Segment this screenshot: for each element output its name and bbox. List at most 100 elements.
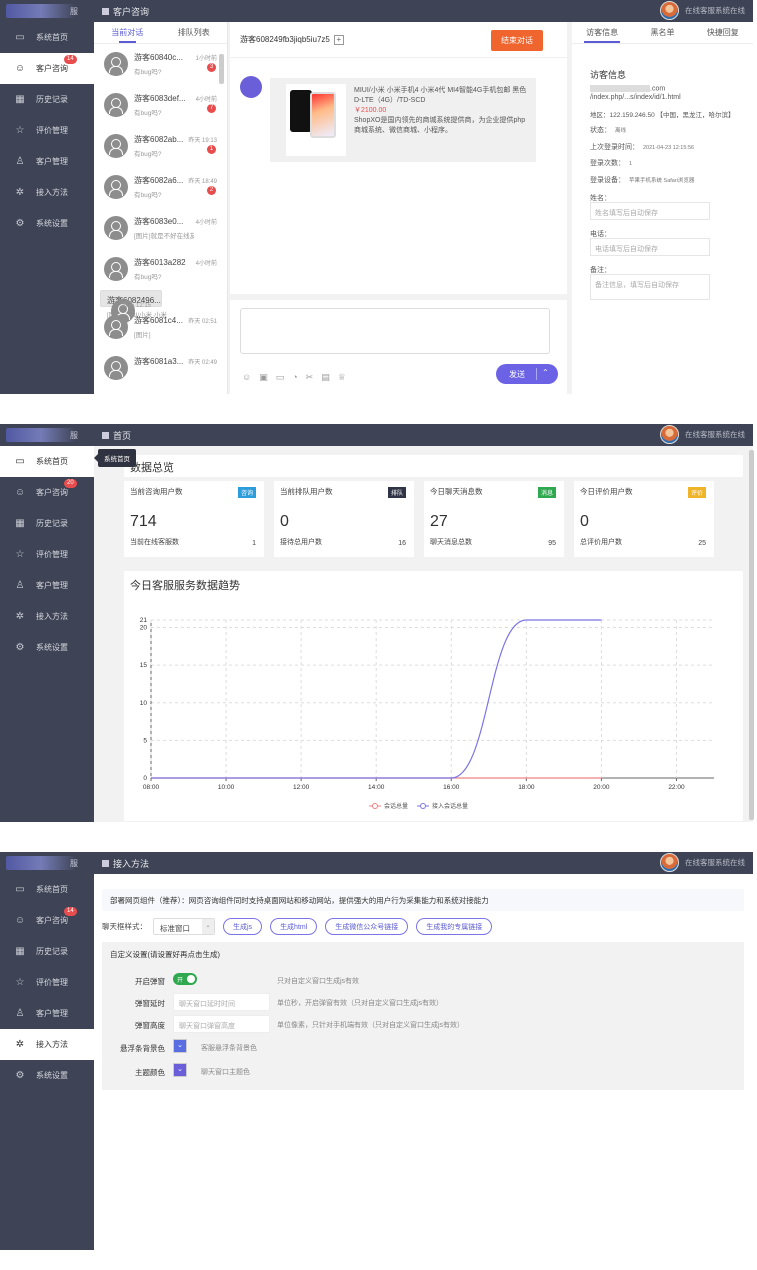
y-tick-label: 0 [143, 775, 147, 782]
user-menu[interactable]: 在线客服系统在线 [660, 425, 745, 444]
image-icon[interactable]: ▣ [259, 372, 268, 383]
sidebar-item-access[interactable]: ✲ 接入方法 [0, 177, 94, 208]
scissors-icon[interactable]: ✂ [306, 372, 314, 383]
top-bar: 客户咨询 在线客服系统在线 [94, 0, 753, 22]
logo: 服 [0, 0, 94, 22]
sidebar-item-home[interactable]: ▭ 系统首页 [0, 874, 94, 905]
user-status: 在线客服系统在线 [685, 430, 745, 439]
sidebar-item-history[interactable]: ▦ 历史记录 [0, 508, 94, 539]
sidebar-item-label: 系统设置 [36, 219, 68, 228]
sidebar-item-rating[interactable]: ☆ 评价管理 [0, 539, 94, 570]
stat-sub-label: 接待总用户数 [280, 539, 322, 546]
smile-icon[interactable]: ☺ [242, 372, 251, 383]
float-bg-color-picker[interactable]: ⌄ [173, 1039, 187, 1053]
chat-list-item[interactable]: 游客60840c... 1小时前 有bug吗? 3 [94, 44, 227, 85]
sidebar-item-settings[interactable]: ⚙ 系统设置 [0, 632, 94, 663]
generate-wechat-link-button[interactable]: 生成微信公众号链接 [325, 917, 409, 935]
chat-time: 昨天 02:51 [188, 319, 217, 325]
star-icon: ☆ [15, 977, 25, 988]
video-icon[interactable]: ◔ [292, 372, 297, 383]
chat-list-item[interactable]: 游客6081c4... 昨天 02:51 [图片] [94, 307, 227, 348]
sidebar-item-access[interactable]: ✲ 接入方法 [0, 1029, 94, 1060]
page-title: 首页 [113, 430, 132, 441]
sidebar-item-history[interactable]: ▦ 历史记录 [0, 936, 94, 967]
sidebar-item-consult[interactable]: ☺ 客户咨询 14 [0, 905, 94, 936]
generate-html-button[interactable]: 生成html [270, 917, 318, 935]
rate-icon[interactable]: ♕ [338, 372, 346, 383]
send-button[interactable]: 发送 ⌃ [496, 364, 558, 384]
user-menu[interactable]: 在线客服系统在线 [660, 853, 745, 872]
top-bar: 接入方法 在线客服系统在线 [94, 852, 753, 874]
sidebar-item-customers[interactable]: ♙ 客户管理 [0, 998, 94, 1029]
tab-quick-reply[interactable]: 快捷回复 [693, 22, 753, 43]
stat-sub-label: 聊天消息总数 [430, 539, 472, 546]
add-icon[interactable]: + [333, 34, 344, 45]
theme-color-picker[interactable]: ⌄ [173, 1063, 187, 1077]
chevron-up-icon[interactable]: ⌃ [542, 368, 549, 377]
smile-icon: ☺ [14, 915, 26, 926]
sidebar-item-history[interactable]: ▦ 历史记录 [0, 84, 94, 115]
folder-icon[interactable]: ▭ [276, 372, 285, 383]
tab-visitor-info[interactable]: 访客信息 [572, 22, 632, 43]
style-select[interactable]: 标准窗口 ⌄ [153, 917, 215, 935]
chat-preview: 有bug吗? [134, 151, 162, 158]
user-avatar-icon [104, 52, 128, 76]
x-tick-label: 08:00 [143, 784, 160, 791]
chat-window: 游客608249fb3jiqb5iu7z5 + 结束对话 MIUI/小米 小米手机… [230, 22, 567, 394]
chat-list-item[interactable]: 游客6082a6... 昨天 18:49 有bug吗? 2 [94, 167, 227, 208]
name-field[interactable]: 姓名填写后自动保存 [590, 202, 710, 220]
stat-value: 27 [430, 513, 448, 530]
sidebar-item-rating[interactable]: ☆ 评价管理 [0, 115, 94, 146]
chat-list-item[interactable]: 游客6083def... 4小时前 有bug吗? 7 [94, 85, 227, 126]
y-tick-label: 15 [140, 662, 148, 669]
sidebar-item-label: 评价管理 [36, 550, 68, 559]
chat-list-item[interactable]: 游客6013a282 4小时前 有bug吗? [94, 249, 227, 290]
chat-time: 4小时前 [195, 97, 217, 103]
tab-queue[interactable]: 排队列表 [161, 22, 228, 43]
sidebar-item-customers[interactable]: ♙ 客户管理 [0, 570, 94, 601]
sidebar-item-home[interactable]: ▭ 系统首页 [0, 22, 94, 53]
chat-preview: 有bug吗? [134, 274, 162, 281]
popup-toggle[interactable]: 开 [173, 973, 197, 985]
stat-sub-label: 总评价用户数 [580, 539, 622, 546]
sidebar-item-rating[interactable]: ☆ 评价管理 [0, 967, 94, 998]
sidebar-item-home[interactable]: ▭ 系统首页 [0, 446, 94, 477]
sidebar-item-customers[interactable]: ♙ 客户管理 [0, 146, 94, 177]
popup-height-input[interactable]: 聊天窗口弹窗高度 [173, 1015, 270, 1033]
monitor-icon: ▭ [15, 32, 25, 43]
sidebar-item-settings[interactable]: ⚙ 系统设置 [0, 1060, 94, 1091]
tab-current[interactable]: 当前对话 [94, 22, 161, 43]
avatar [660, 1, 679, 20]
note-field[interactable]: 备注信息，填写后自动保存 [590, 274, 710, 300]
chat-preview: 有bug吗? [134, 192, 162, 199]
sidebar-item-label: 接入方法 [36, 1040, 68, 1049]
chat-list-item[interactable]: 游客6081a3... 昨天 02:49 [94, 348, 227, 389]
field-label: 弹窗延时 [135, 999, 165, 1008]
tab-blacklist[interactable]: 黑名单 [632, 22, 692, 43]
sidebar-item-settings[interactable]: ⚙ 系统设置 [0, 208, 94, 239]
chat-list-item[interactable]: 游客6082496... 昨天 12:15 [图片]MIUI/小米 小米... [100, 290, 167, 323]
card-icon[interactable]: ▤ [321, 372, 330, 383]
chat-list-item[interactable]: 游客6082ab... 昨天 19:13 有bug吗? 1 [94, 126, 227, 167]
sidebar-item-consult[interactable]: ☺ 客户咨询 20 [0, 477, 94, 508]
end-chat-button[interactable]: 结束对话 [491, 30, 543, 51]
field-label: 主题颜色 [135, 1068, 165, 1077]
input-toolbar: ☺ ▣ ▭ ◔ ✂ ▤ ♕ [242, 372, 346, 383]
sidebar-item-access[interactable]: ✲ 接入方法 [0, 601, 94, 632]
message-input[interactable] [240, 308, 550, 354]
generate-my-link-button[interactable]: 生成我的专属链接 [416, 917, 493, 935]
page-icon [102, 431, 109, 439]
sidebar-item-label: 客户咨询 [36, 64, 68, 73]
phone-field[interactable]: 电话填写后自动保存 [590, 238, 710, 256]
scrollbar[interactable] [219, 54, 224, 84]
product-desc: ShopXO是国内领先的商城系统提供商，为企业提供php商城系统、微信商城、小程… [354, 117, 526, 134]
scrollbar[interactable] [749, 450, 754, 820]
chat-list-item[interactable]: 游客6083e0...4小时前[图片]就是不好在线友... [94, 208, 227, 249]
user-status: 在线客服系统在线 [685, 858, 745, 867]
generate-js-button[interactable]: 生成js [223, 917, 263, 935]
popup-delay-input[interactable]: 聊天窗口延时时间 [173, 993, 270, 1011]
sidebar-item-consult[interactable]: ☺ 客户咨询 14 [0, 53, 94, 84]
product-card[interactable]: MIUI/小米 小米手机4 小米4代 MI4智能4G手机包邮 黑色 D-LTE（… [270, 78, 536, 162]
legend-marker [372, 803, 378, 809]
user-menu[interactable]: 在线客服系统在线 [660, 1, 745, 20]
